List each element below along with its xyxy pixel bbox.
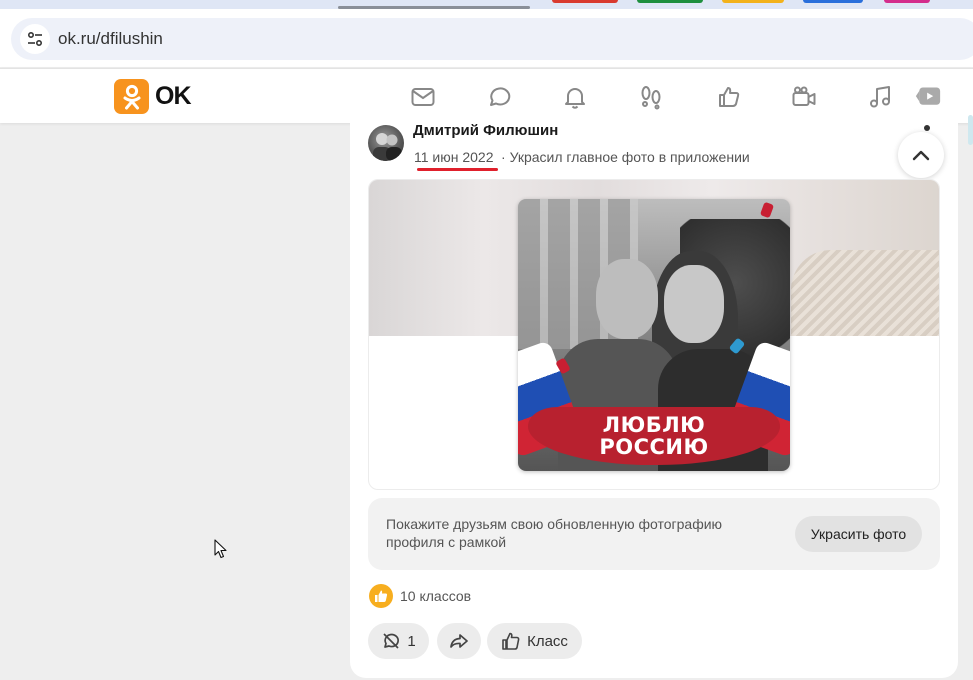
thumbs-up-icon [502,632,520,650]
profile-photo-with-frame[interactable]: ЛЮБЛЮ РОССИЮ [518,199,790,471]
url-text[interactable]: ok.ru/dfilushin [58,29,163,49]
ok-logo-text: OK [155,82,191,110]
messages-icon[interactable] [410,84,436,110]
notifications-icon[interactable] [562,84,588,110]
post-menu-icon[interactable] [924,125,930,131]
author-avatar[interactable] [368,125,404,161]
post-photo-frame[interactable]: ЛЮБЛЮ РОССИЮ [368,179,940,490]
photo-person-2-face [664,265,724,343]
post-date[interactable]: 11 июн 2022 [414,149,494,165]
site-header: OK [0,68,973,123]
post-description: · Украсил главное фото в приложении [501,149,750,165]
photo-person-1-face [596,259,658,339]
feed-post-card: Дмитрий Филюшин 11 июн 2022 · Украсил гл… [350,122,958,678]
ok-logo-icon [114,79,149,114]
knit-texture [791,250,939,336]
decorate-photo-promo: Покажите друзьям свою обновленную фотогр… [368,498,940,570]
class-like-button[interactable]: Класс [487,623,582,659]
class-label: Класс [527,632,568,650]
ok-logo[interactable]: OK [114,79,191,114]
events-icon[interactable] [716,84,742,110]
likes-count: 10 классов [400,588,472,604]
scroll-up-button[interactable] [898,132,944,178]
mouse-cursor-icon [214,539,227,559]
tab-hint-1[interactable] [552,0,618,3]
post-separator: · [501,149,506,165]
post-author-name[interactable]: Дмитрий Филюшин [413,122,558,139]
address-bar[interactable]: ok.ru/dfilushin [11,18,973,60]
banner-line-2: РОССИЮ [599,435,709,459]
music-icon[interactable] [868,84,894,110]
comments-button[interactable]: 1 [368,623,429,659]
like-badge-icon [369,584,393,608]
confetti-piece [759,201,775,219]
tab-hint-4[interactable] [803,0,863,3]
banner-line-1: ЛЮБЛЮ [602,413,706,437]
video-calls-icon[interactable] [791,84,817,110]
post-action-text: Украсил главное фото в приложении [509,149,750,165]
scrollbar-edge[interactable] [968,115,973,145]
chevron-up-icon [912,150,930,161]
date-highlight-underline [417,168,498,171]
tab-hint-2[interactable] [637,0,703,3]
discussions-icon[interactable] [486,84,512,110]
tab-hint-3[interactable] [722,0,784,3]
comments-count: 1 [407,632,416,650]
site-settings-icon[interactable] [20,24,50,54]
promo-text: Покажите друзьям свою обновленную фотогр… [386,516,723,550]
share-button[interactable] [437,623,481,659]
comments-off-icon [383,633,400,649]
browser-tab-strip [0,0,973,9]
tab-hint-5[interactable] [884,0,930,3]
decorate-photo-button[interactable]: Украсить фото [795,516,922,552]
share-icon [450,634,468,648]
browser-toolbar: ok.ru/dfilushin [0,9,973,67]
guests-icon[interactable] [638,84,664,110]
likes-summary[interactable]: 10 классов [369,584,471,608]
video-icon[interactable] [913,84,943,110]
